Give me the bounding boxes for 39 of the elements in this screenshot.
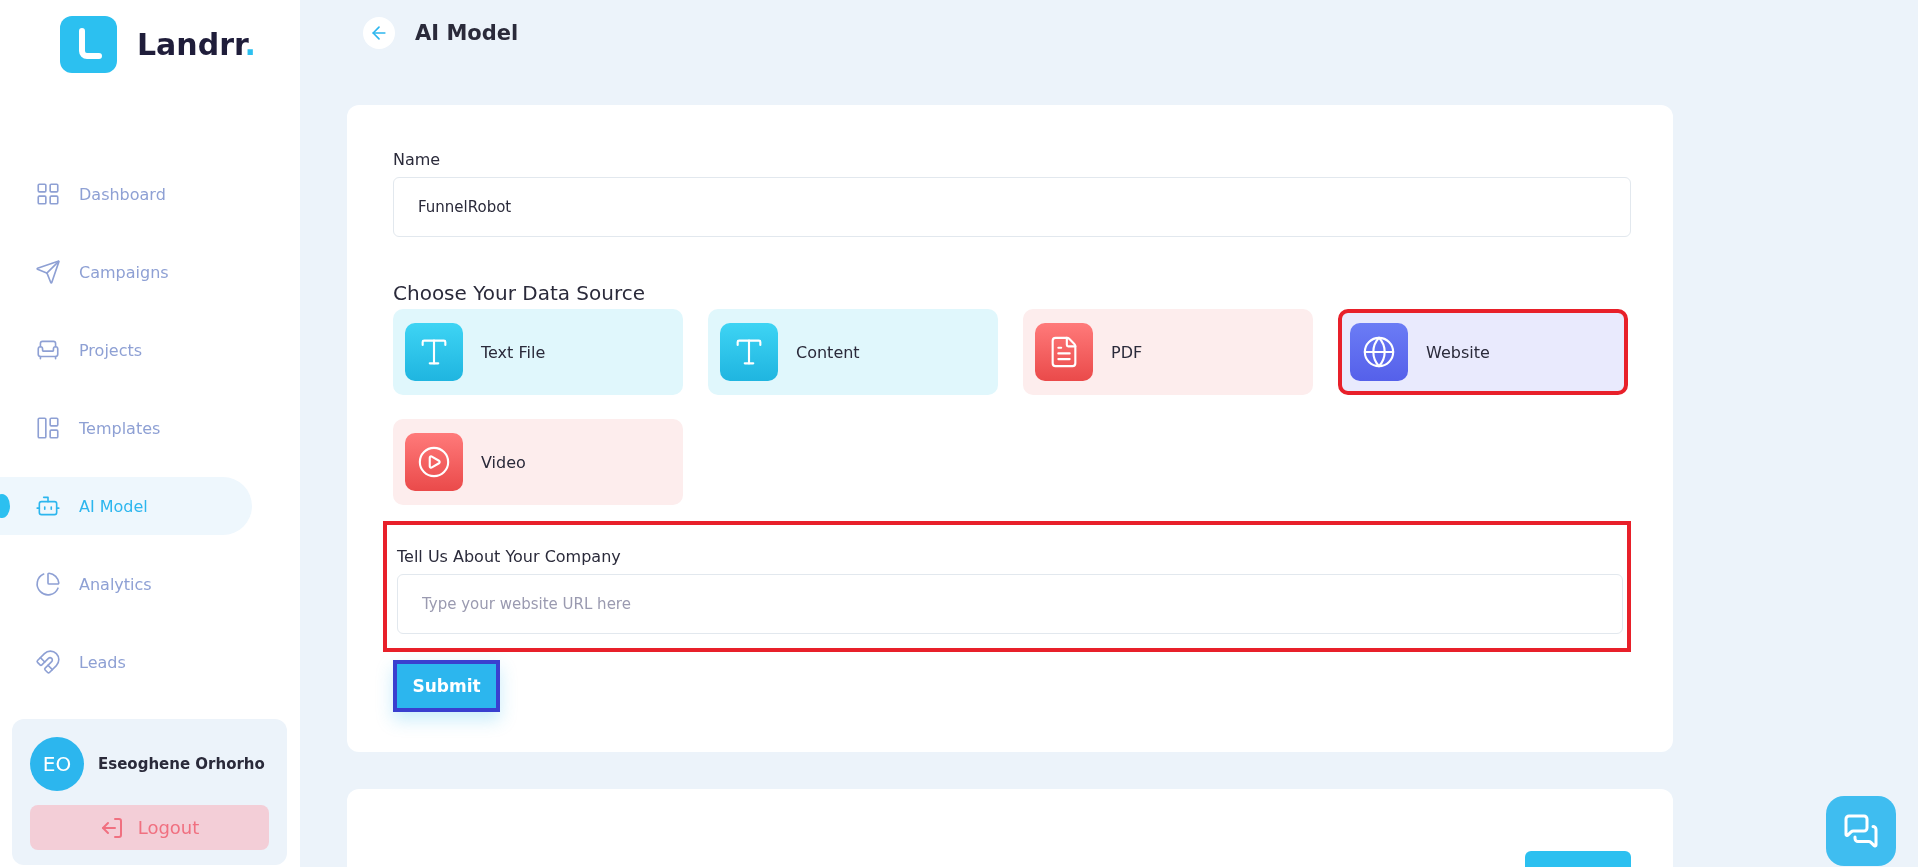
name-label: Name: [393, 150, 442, 170]
text-source-icon: [720, 323, 778, 382]
logout-icon: [99, 815, 124, 840]
text-source-icon: [405, 323, 463, 382]
video-source-icon: [405, 433, 463, 492]
user-name: Eseoghene Orhorho: [98, 755, 265, 773]
user-avatar: EO: [30, 737, 84, 791]
dashboard-nav-icon: [35, 181, 61, 207]
data-source-option[interactable]: PDF: [1023, 309, 1313, 396]
chat-icon: [1843, 813, 1879, 849]
web-source-icon: [1350, 323, 1408, 382]
logout-button[interactable]: Logout: [30, 805, 269, 850]
submit-button[interactable]: Submit: [393, 660, 500, 713]
templates-nav-icon: [35, 415, 61, 441]
page-title: AI Model: [415, 20, 519, 45]
data-source-option[interactable]: Text File: [393, 309, 683, 396]
sidebar-item[interactable]: Projects: [0, 321, 252, 379]
pdf-source-icon: [1035, 323, 1093, 382]
sidebar-item[interactable]: Dashboard: [0, 165, 252, 223]
data-source-option[interactable]: Video: [393, 419, 683, 506]
sidebar-item[interactable]: AI Model: [0, 477, 252, 535]
sidebar-item[interactable]: Analytics: [0, 555, 252, 613]
campaigns-nav-icon: [35, 259, 61, 285]
data-source-option[interactable]: Content: [708, 309, 998, 396]
leads-nav-icon: [35, 649, 61, 675]
sidebar-item[interactable]: Leads: [0, 633, 252, 691]
website-url-input[interactable]: Type your website URL here: [397, 574, 1623, 635]
chat-button[interactable]: [1826, 796, 1896, 866]
company-label: Tell Us About Your Company: [397, 547, 622, 567]
section-heading: Choose Your Data Source: [393, 281, 647, 306]
data-source-option[interactable]: Website: [1338, 309, 1628, 396]
analytics-nav-icon: [35, 571, 61, 597]
partial-button[interactable]: [1525, 851, 1631, 867]
name-input[interactable]: FunnelRobot: [393, 177, 1631, 238]
sidebar-item[interactable]: Templates: [0, 399, 252, 457]
back-button[interactable]: [363, 16, 395, 49]
sidebar-item[interactable]: Campaigns: [0, 243, 252, 301]
brand-name: Landrr.: [137, 26, 256, 62]
logo-icon: [60, 15, 117, 73]
